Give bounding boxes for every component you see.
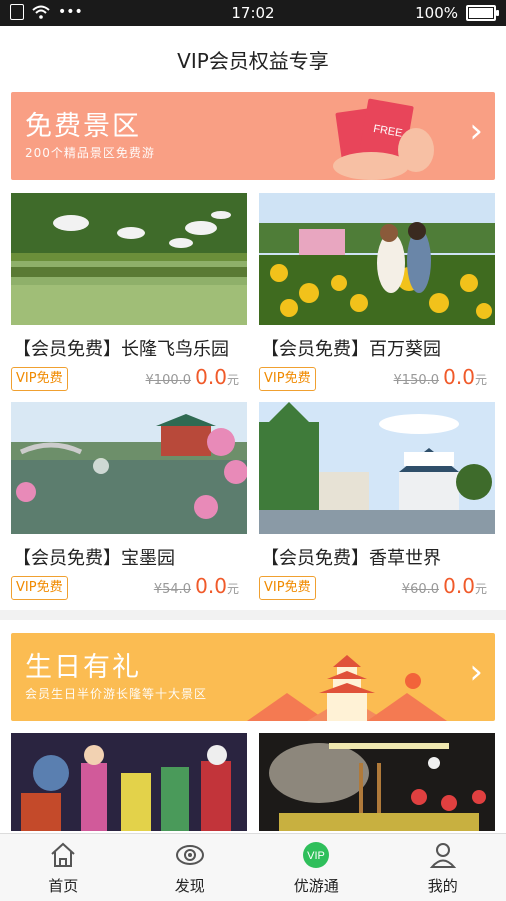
tab-mine[interactable]: 我的 <box>380 834 506 901</box>
content-scroll[interactable]: 免费景区 200个精品景区免费游 FREE › <box>0 92 506 833</box>
scenic-photo <box>259 402 495 534</box>
birthday-section: 生日有礼 会员生日半价游长隆等十大景区 › <box>0 620 506 833</box>
price-unit: 元 <box>227 373 239 387</box>
scenic-card[interactable]: 【会员免费】香草世界 VIP免费 ¥60.0 0.0元 <box>259 402 495 604</box>
user-icon <box>428 840 458 870</box>
banner-subtitle: 200个精品景区免费游 <box>25 144 155 161</box>
scenic-name: 【会员免费】长隆飞鸟乐园 <box>13 335 229 361</box>
status-bar: ••• 17:02 100% <box>0 0 506 26</box>
current-price: 0.0 <box>195 365 227 389</box>
price-unit: 元 <box>475 373 487 387</box>
battery-percent: 100% <box>415 4 458 22</box>
vip-free-badge: VIP免费 <box>11 576 68 600</box>
scenic-name: 【会员免费】宝墨园 <box>13 544 175 570</box>
original-price: ¥100.0 <box>146 373 192 388</box>
tab-label: 优游通 <box>253 875 380 896</box>
price-unit: 元 <box>475 582 487 596</box>
scenic-photo <box>11 193 247 325</box>
banner-title: 生日有礼 <box>25 645 141 684</box>
scenic-photo <box>259 193 495 325</box>
tab-home[interactable]: 首页 <box>0 834 127 901</box>
scenic-photo <box>11 402 247 534</box>
scenic-name: 【会员免费】香草世界 <box>261 544 441 570</box>
banner-title: 免费景区 <box>25 104 141 143</box>
price-group: ¥150.0 0.0元 <box>394 365 487 389</box>
vip-free-badge: VIP免费 <box>11 367 68 391</box>
original-price: ¥60.0 <box>402 582 439 597</box>
banner-subtitle: 会员生日半价游长隆等十大景区 <box>25 685 207 702</box>
price-unit: 元 <box>227 582 239 596</box>
bottom-tab-bar: 首页 发现 VIP 优游通 我的 <box>0 833 506 901</box>
vip-free-badge: VIP免费 <box>259 367 316 391</box>
original-price: ¥150.0 <box>394 373 440 388</box>
birthday-photo[interactable] <box>259 733 495 831</box>
price-group: ¥100.0 0.0元 <box>146 365 239 389</box>
price-group: ¥54.0 0.0元 <box>154 574 239 598</box>
tab-label: 我的 <box>380 875 506 896</box>
birthday-gift-banner[interactable]: 生日有礼 会员生日半价游长隆等十大景区 › <box>11 633 495 721</box>
home-icon <box>48 840 78 870</box>
tab-youyoutong[interactable]: VIP 优游通 <box>253 834 380 901</box>
page-title: VIP会员权益专享 <box>177 45 329 74</box>
battery-icon <box>466 5 496 21</box>
vip-free-badge: VIP免费 <box>259 576 316 600</box>
tab-label: 首页 <box>0 875 127 896</box>
page-header: VIP会员权益专享 <box>0 26 506 93</box>
tab-discover[interactable]: 发现 <box>127 834 254 901</box>
chevron-right-icon: › <box>469 655 483 689</box>
free-ticket-illustration: FREE <box>311 96 441 180</box>
scenic-card[interactable]: 【会员免费】长隆飞鸟乐园 VIP免费 ¥100.0 0.0元 <box>11 193 247 395</box>
price-group: ¥60.0 0.0元 <box>402 574 487 598</box>
scenic-card[interactable]: 【会员免费】百万葵园 VIP免费 ¥150.0 0.0元 <box>259 193 495 395</box>
original-price: ¥54.0 <box>154 582 191 597</box>
current-price: 0.0 <box>443 574 475 598</box>
chevron-right-icon: › <box>469 114 483 148</box>
scenic-card[interactable]: 【会员免费】宝墨园 VIP免费 ¥54.0 0.0元 <box>11 402 247 604</box>
free-section: 免费景区 200个精品景区免费游 FREE › <box>0 92 506 610</box>
tab-label: 发现 <box>127 875 254 896</box>
scenic-name: 【会员免费】百万葵园 <box>261 335 441 361</box>
birthday-photo[interactable] <box>11 733 247 831</box>
svg-text:VIP: VIP <box>307 850 325 862</box>
eye-icon <box>175 840 205 870</box>
current-price: 0.0 <box>195 574 227 598</box>
pagoda-illustration <box>247 653 447 721</box>
current-price: 0.0 <box>443 365 475 389</box>
free-scenic-banner[interactable]: 免费景区 200个精品景区免费游 FREE › <box>11 92 495 180</box>
vip-icon: VIP <box>301 840 331 870</box>
